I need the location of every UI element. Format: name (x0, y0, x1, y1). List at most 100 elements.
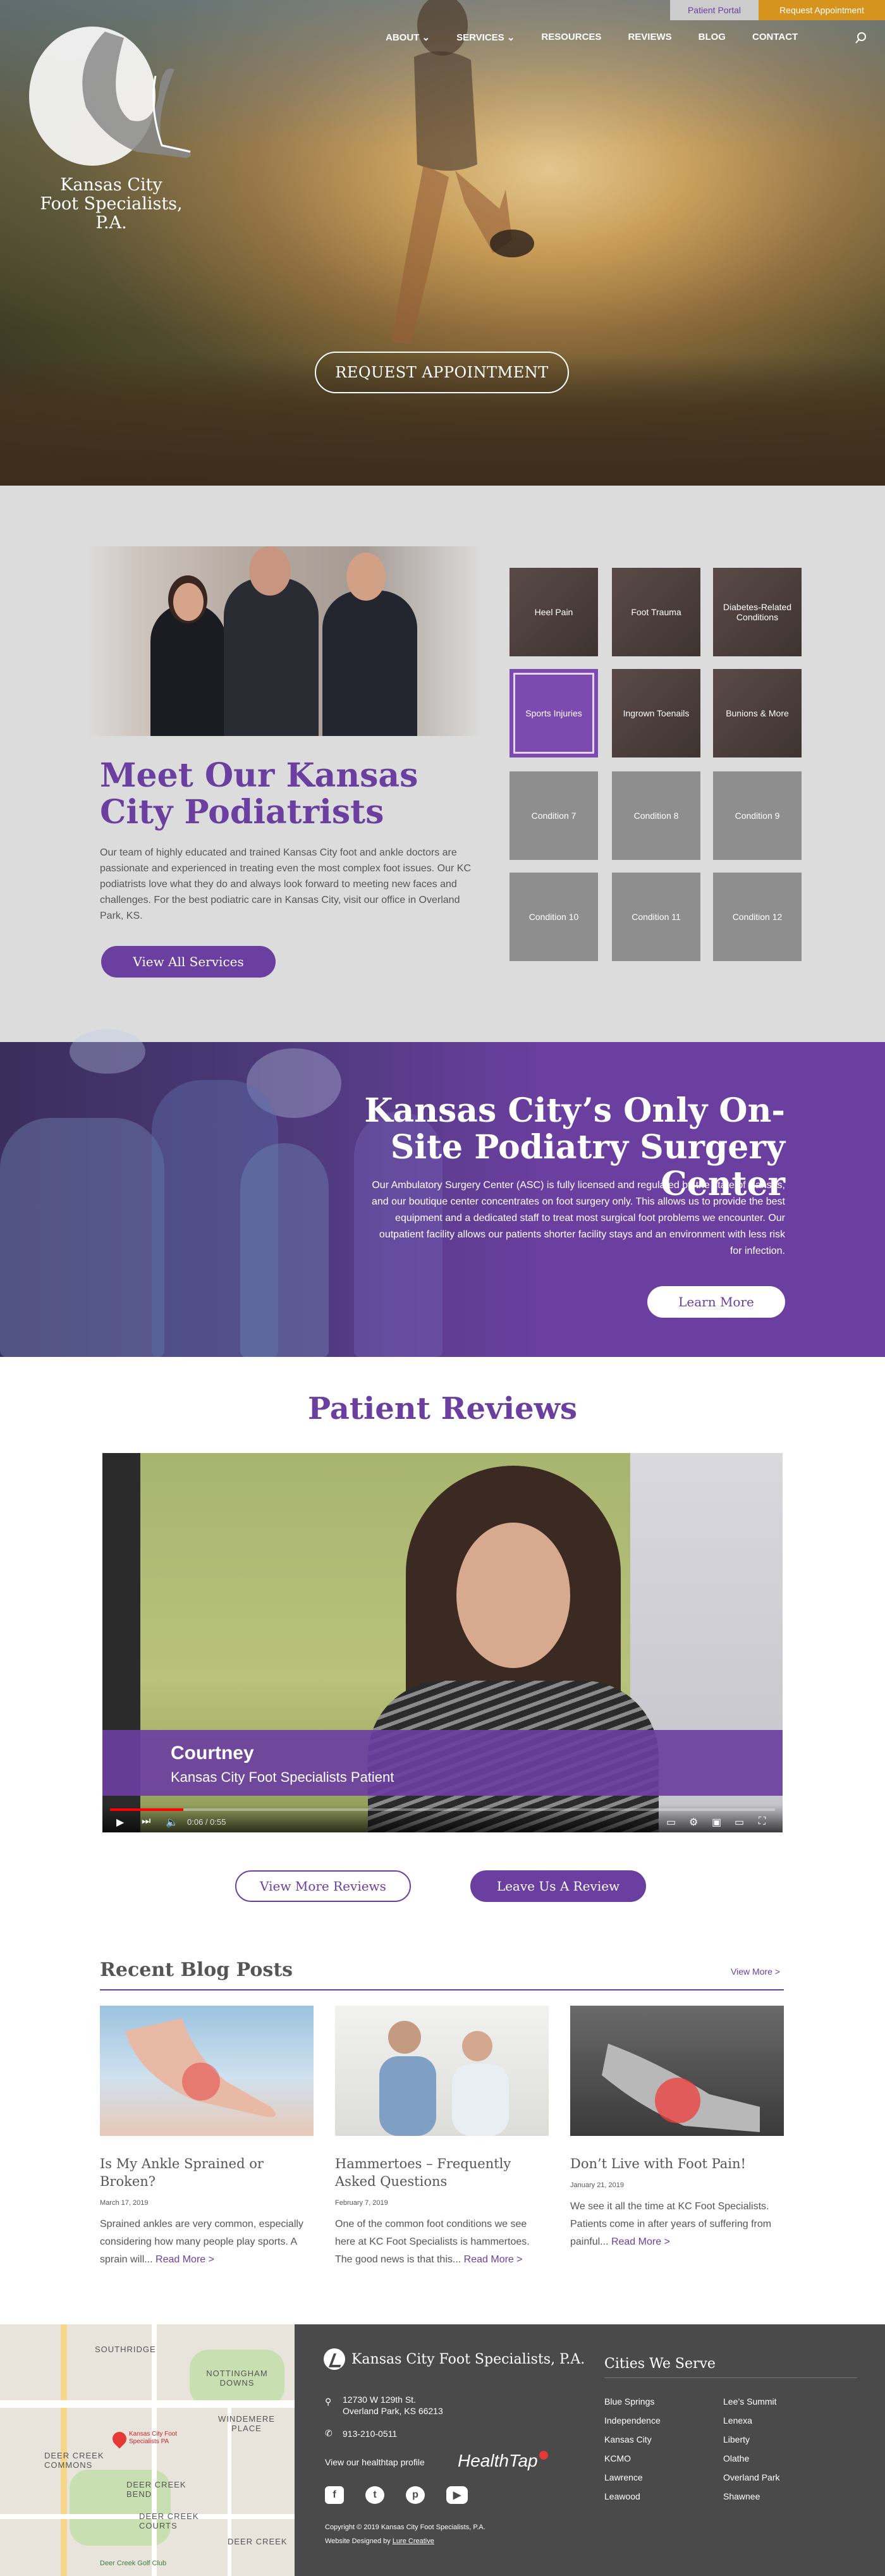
blog-image[interactable] (100, 2006, 314, 2136)
city-link[interactable]: Kansas City (604, 2434, 652, 2444)
condition-tile-10[interactable]: Condition 10 (510, 873, 598, 961)
pinterest-icon[interactable]: p (406, 2486, 425, 2504)
play-icon[interactable]: ▶ (116, 1816, 124, 1829)
city-link[interactable]: Overland Park (723, 2472, 779, 2482)
ankle-image (125, 2018, 276, 2117)
city-link[interactable]: Lee’s Summit (723, 2396, 777, 2407)
city-link[interactable]: Independence (604, 2415, 661, 2426)
map-label: DEER CREEK COMMONS (44, 2451, 104, 2470)
condition-tile-7[interactable]: Condition 7 (510, 771, 598, 860)
view-all-services-button[interactable]: View All Services (101, 946, 276, 978)
nav-reviews[interactable]: REVIEWS (628, 32, 671, 43)
surgeon-figure (240, 1143, 329, 1357)
city-link[interactable]: Olathe (723, 2453, 749, 2463)
map-road (152, 2324, 157, 2576)
blog-card: Is My Ankle Sprained or Broken? March 17… (100, 2006, 314, 2269)
twitter-icon[interactable]: t (365, 2486, 384, 2504)
condition-tile-sports-injuries[interactable]: Sports Injuries (510, 669, 598, 757)
location-map[interactable]: SOUTHRIDGE NOTTINGHAM DOWNS WINDEMERE PL… (0, 2324, 295, 2576)
condition-tile-12[interactable]: Condition 12 (713, 873, 802, 961)
blog-date: March 17, 2019 (100, 2199, 149, 2207)
map-road (61, 2324, 67, 2576)
video-progress-fill (110, 1808, 183, 1811)
youtube-icon[interactable]: ▶ (446, 2486, 468, 2504)
fullscreen-icon[interactable]: ⛶ (759, 1816, 766, 1827)
condition-tile-heel-pain[interactable]: Heel Pain (510, 568, 598, 656)
blog-view-more-link[interactable]: View More > (731, 1966, 780, 1977)
volume-icon[interactable]: 🔈 (166, 1816, 178, 1829)
city-link[interactable]: Lenexa (723, 2415, 752, 2426)
doctor-figure (224, 578, 319, 736)
city-link[interactable]: Leawood (604, 2491, 640, 2501)
surgeon-figure (0, 1118, 164, 1357)
copyright-text: Copyright © 2019 Kansas City Foot Specia… (325, 2524, 485, 2531)
blog-image[interactable] (570, 2006, 784, 2136)
city-link[interactable]: KCMO (604, 2453, 631, 2463)
nav-about-label: ABOUT (386, 32, 420, 43)
footer-name: Kansas City Foot Specialists, P.A. (351, 2351, 585, 2367)
footer-address[interactable]: 12730 W 129th St. Overland Park, KS 6621… (343, 2394, 443, 2417)
map-pin-label: Kansas City Foot Specialists PA (129, 2431, 178, 2445)
condition-tile-bunions[interactable]: Bunions & More (713, 669, 802, 757)
nav-services[interactable]: SERVICES ⌄ (456, 32, 515, 43)
footer-phone[interactable]: 913-210-0511 (343, 2428, 397, 2439)
read-more-link[interactable]: Read More > (464, 2254, 523, 2265)
city-link[interactable]: Lawrence (604, 2472, 643, 2482)
blog-title[interactable]: Don’t Live with Foot Pain! (570, 2155, 784, 2173)
theater-icon[interactable]: ▭ (735, 1816, 744, 1829)
designed-by: Website Designed by Lure Creative (325, 2534, 485, 2548)
map-road (0, 2400, 295, 2408)
condition-tile-foot-trauma[interactable]: Foot Trauma (612, 568, 700, 656)
facebook-icon[interactable]: f (325, 2486, 344, 2504)
nav-resources[interactable]: RESOURCES (541, 32, 601, 43)
city-link[interactable]: Liberty (723, 2434, 750, 2444)
condition-tile-ingrown-toenails[interactable]: Ingrown Toenails (612, 669, 700, 757)
doctor-figure (249, 546, 291, 596)
read-more-link[interactable]: Read More > (611, 2236, 670, 2247)
leave-review-button[interactable]: Leave Us A Review (470, 1870, 646, 1902)
designer-link[interactable]: Lure Creative (393, 2537, 434, 2545)
condition-tile-9[interactable]: Condition 9 (713, 771, 802, 860)
doctor-figure (173, 583, 204, 621)
k-logo-icon (324, 2348, 345, 2370)
nav-blog[interactable]: BLOG (699, 32, 726, 43)
blog-title[interactable]: Is My Ankle Sprained or Broken? (100, 2155, 314, 2190)
video-person (456, 1523, 570, 1668)
blog-date: January 21, 2019 (570, 2181, 625, 2189)
review-video-player[interactable]: Courtney Kansas City Foot Specialists Pa… (102, 1453, 783, 1832)
miniplayer-icon[interactable]: ▣ (712, 1816, 721, 1829)
footer-address-line1: 12730 W 129th St. (343, 2395, 416, 2405)
learn-more-button[interactable]: Learn More (647, 1286, 785, 1318)
next-icon[interactable]: ⏭ (142, 1816, 150, 1827)
video-progress-bar[interactable] (110, 1808, 775, 1811)
condition-tile-diabetes[interactable]: Diabetes-Related Conditions (713, 568, 802, 656)
blog-image[interactable] (335, 2006, 549, 2136)
settings-gear-icon[interactable]: ⚙ (689, 1816, 698, 1829)
hero-request-appointment-button[interactable]: REQUEST APPOINTMENT (315, 352, 569, 393)
designed-prefix: Website Designed by (325, 2537, 391, 2545)
captions-icon[interactable]: ▭ (666, 1816, 676, 1829)
request-appointment-top-button[interactable]: Request Appointment (759, 0, 885, 20)
condition-tile-8[interactable]: Condition 8 (612, 771, 700, 860)
condition-tile-11[interactable]: Condition 11 (612, 873, 700, 961)
city-link[interactable]: Blue Springs (604, 2396, 654, 2407)
search-icon[interactable] (855, 32, 867, 44)
surgery-section: Kansas City’s Only On-Site Podiatry Surg… (0, 1029, 885, 1357)
map-label: SOUTHRIDGE (95, 2345, 156, 2354)
healthtap-logo[interactable]: HealthTap (458, 2451, 548, 2471)
map-pin-icon[interactable] (109, 2429, 130, 2449)
read-more-link[interactable]: Read More > (156, 2254, 214, 2265)
foot-logo-icon (29, 27, 191, 166)
city-link[interactable]: Shawnee (723, 2491, 760, 2501)
blog-heading: Recent Blog Posts (100, 1959, 293, 1981)
site-logo[interactable]: Kansas City Foot Specialists, P.A. (29, 25, 200, 233)
phone-icon: ✆ (325, 2428, 333, 2438)
nav-about[interactable]: ABOUT ⌄ (386, 32, 430, 43)
blog-title[interactable]: Hammertoes – Frequently Asked Questions (335, 2155, 549, 2190)
nav-contact[interactable]: CONTACT (752, 32, 798, 43)
healthtap-text[interactable]: View our healthtap profile (325, 2457, 425, 2467)
footer-logo[interactable]: Kansas City Foot Specialists, P.A. (324, 2348, 585, 2370)
view-more-reviews-button[interactable]: View More Reviews (235, 1870, 411, 1902)
patient-portal-button[interactable]: Patient Portal (670, 0, 759, 20)
blog-excerpt: Sprained ankles are very common, especia… (100, 2216, 314, 2269)
